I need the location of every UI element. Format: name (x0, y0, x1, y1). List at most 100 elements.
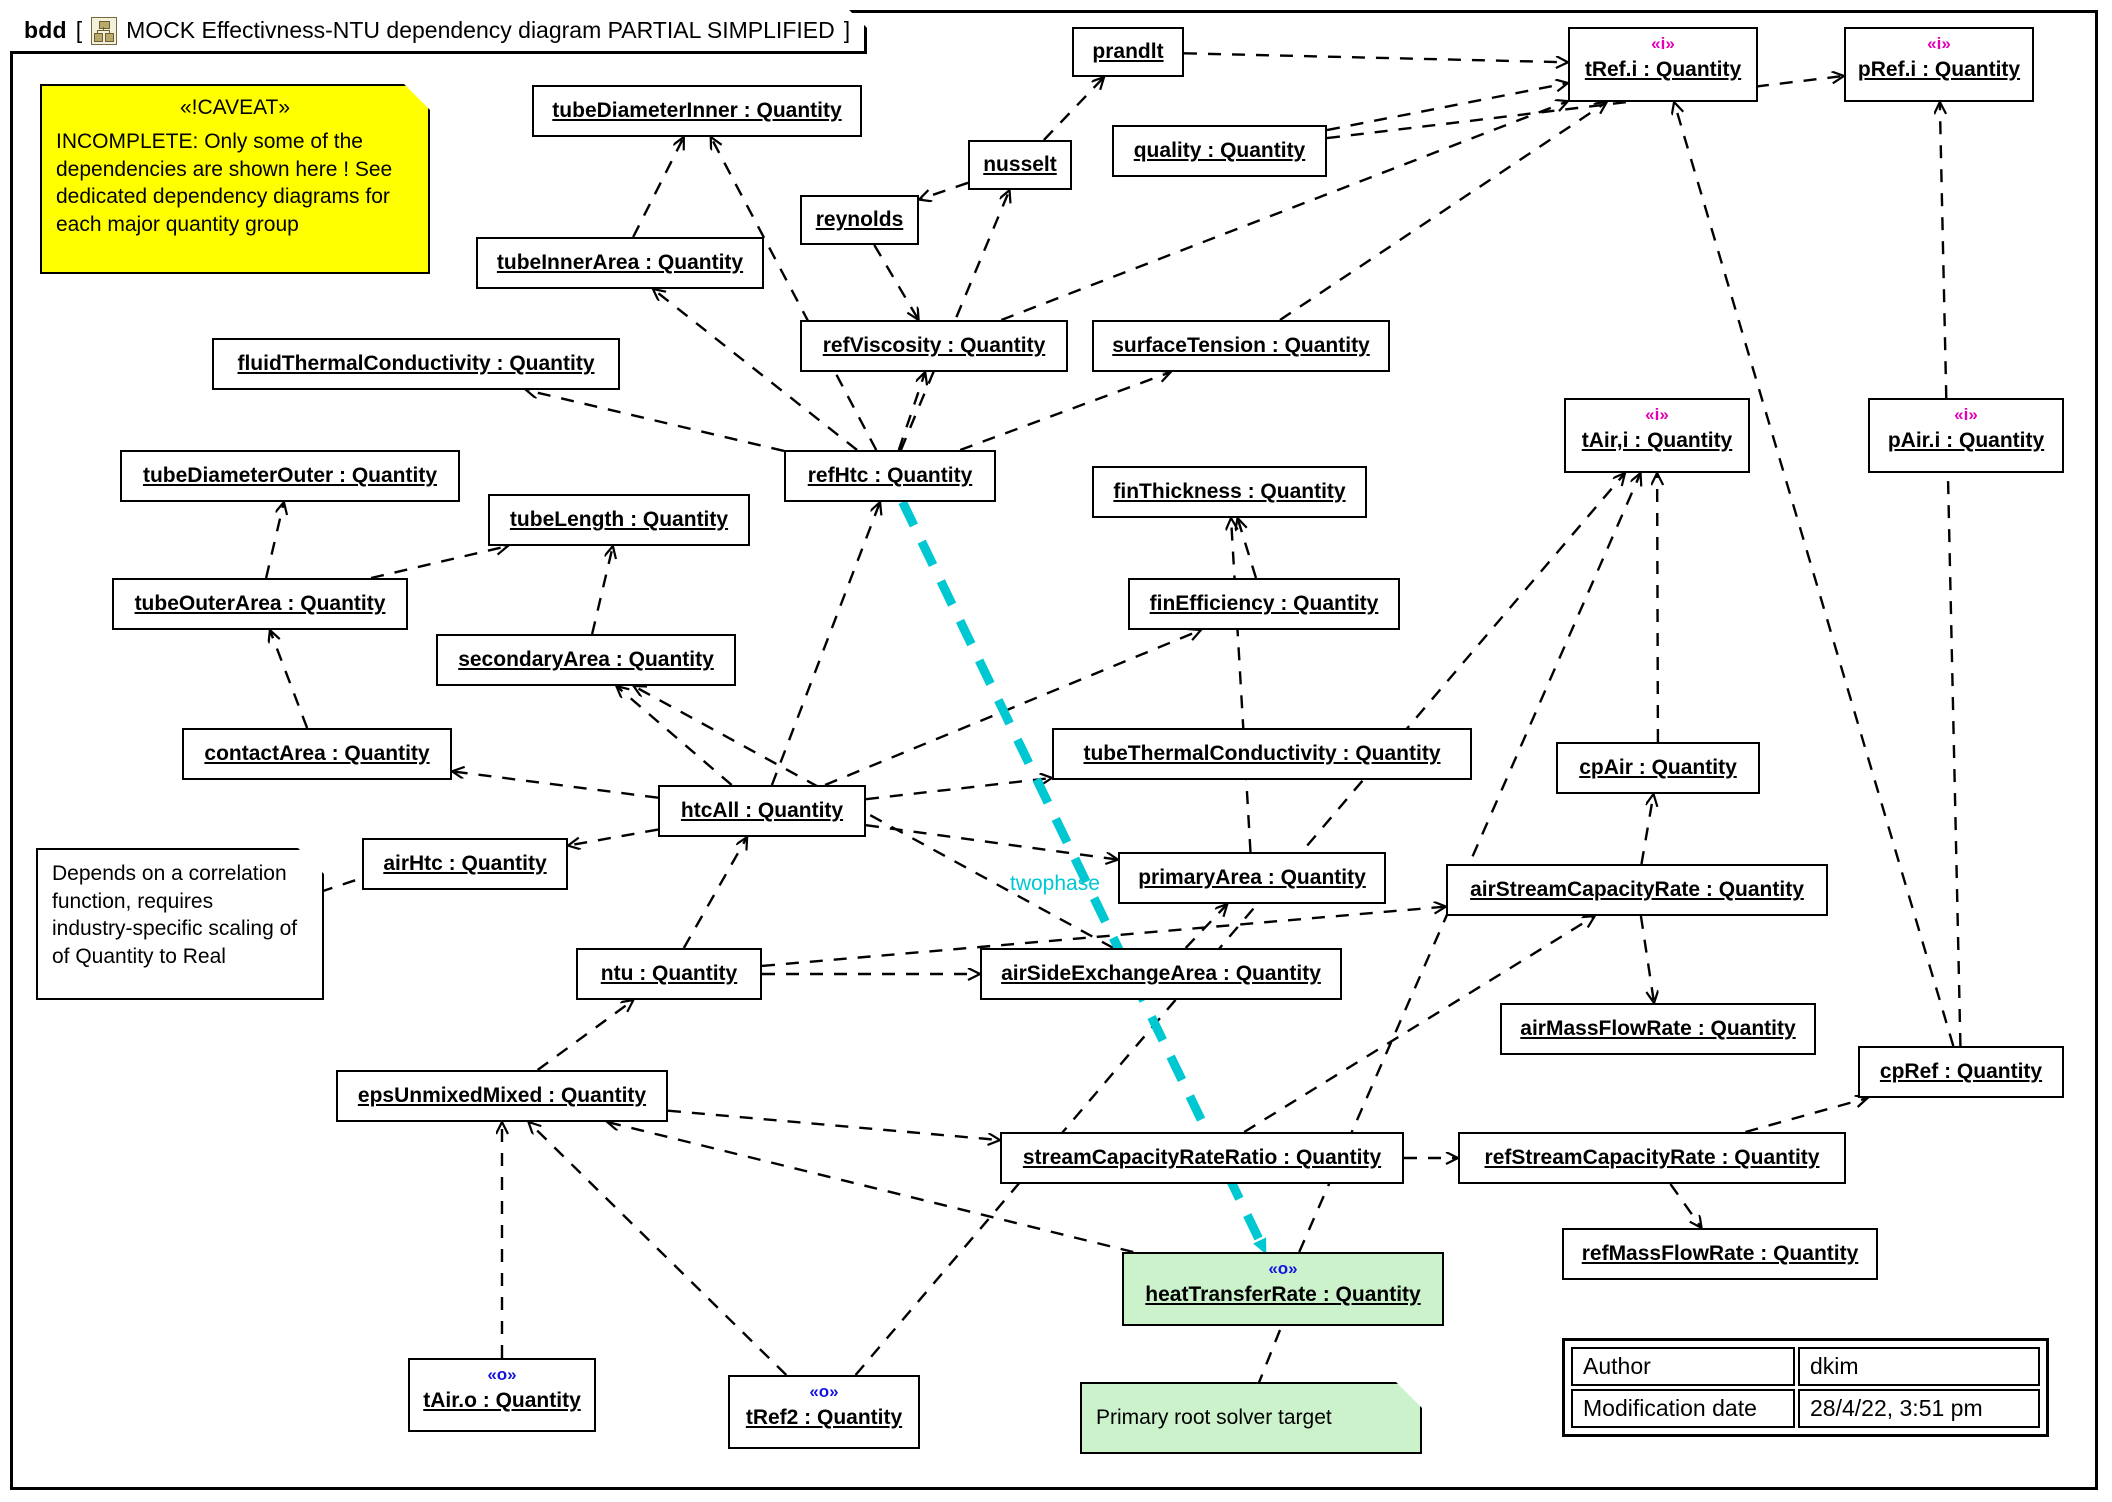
diagram-title: MOCK Effectivness-NTU dependency diagram… (126, 17, 835, 43)
block-name: ntu : Quantity (600, 961, 738, 985)
info-table-value: dkim (1798, 1347, 2040, 1386)
block-stereotype: «i» (1651, 34, 1675, 53)
block-airStreamCapacityRate[interactable]: airStreamCapacityRate : Quantity (1446, 864, 1828, 916)
block-name: tRef2 : Quantity (745, 1405, 903, 1429)
note-correlation: Depends on a correlation function, requi… (36, 848, 324, 1000)
block-name: finThickness : Quantity (1113, 479, 1346, 503)
block-name: htcAll : Quantity (680, 798, 844, 822)
block-prandlt[interactable]: prandlt (1072, 27, 1184, 77)
note-solver-target: Primary root solver target (1080, 1382, 1422, 1454)
block-pRefi[interactable]: «i» pRef.i : Quantity (1844, 27, 2034, 102)
block-fluidThermalConductivity[interactable]: fluidThermalConductivity : Quantity (212, 338, 620, 390)
diagram-kind-label: bdd (24, 17, 67, 43)
block-name: tubeThermalConductivity : Quantity (1083, 741, 1441, 765)
info-table-value: 28/4/22, 3:51 pm (1798, 1389, 2040, 1428)
block-airHtc[interactable]: airHtc : Quantity (362, 838, 568, 890)
block-name: pAir.i : Quantity (1887, 428, 2045, 452)
note-caveat-stereotype: «!CAVEAT» (179, 96, 291, 119)
block-tubeOuterArea[interactable]: tubeOuterArea : Quantity (112, 578, 408, 630)
info-table-row: Modification date 28/4/22, 3:51 pm (1571, 1389, 2040, 1428)
diagram-canvas: bdd [ MOCK Effectivness-NTU dependency d… (0, 0, 2112, 1502)
note-correlation-text: Depends on a correlation function, requi… (52, 862, 298, 969)
info-table-key: Author (1571, 1347, 1795, 1386)
block-name: refViscosity : Quantity (822, 333, 1046, 357)
block-finThickness[interactable]: finThickness : Quantity (1092, 466, 1367, 518)
block-name: primaryArea : Quantity (1138, 865, 1366, 889)
block-finEfficiency[interactable]: finEfficiency : Quantity (1128, 578, 1400, 630)
block-name: secondaryArea : Quantity (458, 647, 714, 671)
block-refHtc[interactable]: refHtc : Quantity (784, 450, 996, 502)
block-name: airStreamCapacityRate : Quantity (1470, 877, 1804, 901)
block-refMassFlowRate[interactable]: refMassFlowRate : Quantity (1562, 1228, 1878, 1280)
block-airMassFlowRate[interactable]: airMassFlowRate : Quantity (1500, 1003, 1816, 1055)
block-name: surfaceTension : Quantity (1112, 333, 1370, 357)
block-name: tubeOuterArea : Quantity (134, 591, 386, 615)
block-tAiri[interactable]: «i» tAir,i : Quantity (1564, 398, 1750, 473)
block-name: epsUnmixedMixed : Quantity (357, 1083, 647, 1107)
block-tubeDiameterOuter[interactable]: tubeDiameterOuter : Quantity (120, 450, 460, 502)
block-tRef2[interactable]: «o» tRef2 : Quantity (728, 1375, 920, 1449)
block-airSideExchangeArea[interactable]: airSideExchangeArea : Quantity (980, 948, 1342, 1000)
block-cpAir[interactable]: cpAir : Quantity (1556, 742, 1760, 794)
block-stereotype: «o» (1268, 1259, 1298, 1278)
note-caveat-text: INCOMPLETE: Only some of the dependencie… (56, 130, 393, 237)
block-heatTransferRate[interactable]: «o» heatTransferRate : Quantity (1122, 1252, 1444, 1326)
block-name: airHtc : Quantity (383, 851, 547, 875)
block-stereotype: «i» (1927, 34, 1951, 53)
block-epsUnmixedMixed[interactable]: epsUnmixedMixed : Quantity (336, 1070, 668, 1122)
block-name: tRef.i : Quantity (1584, 57, 1742, 81)
block-stereotype: «o» (809, 1382, 839, 1401)
block-tubeThermalConductivity[interactable]: tubeThermalConductivity : Quantity (1052, 728, 1472, 780)
info-table-row: Author dkim (1571, 1347, 2040, 1386)
block-name: quality : Quantity (1133, 138, 1306, 162)
block-htcAll[interactable]: htcAll : Quantity (658, 785, 866, 837)
block-name: tubeLength : Quantity (509, 507, 729, 531)
block-refViscosity[interactable]: refViscosity : Quantity (800, 320, 1068, 372)
block-name: tAir,i : Quantity (1581, 428, 1733, 452)
block-name: refMassFlowRate : Quantity (1581, 1241, 1859, 1265)
block-contactArea[interactable]: contactArea : Quantity (182, 728, 452, 780)
block-name: tubeInnerArea : Quantity (496, 250, 744, 274)
block-ntu[interactable]: ntu : Quantity (576, 948, 762, 1000)
block-stereotype: «i» (1954, 405, 1978, 424)
edge-label-twophase: twophase (1010, 872, 1100, 895)
block-streamCapacityRateRatio[interactable]: streamCapacityRateRatio : Quantity (1000, 1132, 1404, 1184)
block-name: airSideExchangeArea : Quantity (1001, 961, 1321, 985)
block-name: heatTransferRate : Quantity (1145, 1282, 1421, 1306)
block-pAiri[interactable]: «i» pAir.i : Quantity (1868, 398, 2064, 473)
block-nusselt[interactable]: nusselt (968, 140, 1072, 190)
diagram-info-table: Author dkim Modification date 28/4/22, 3:51… (1562, 1338, 2049, 1437)
diagram-header-tab: bdd [ MOCK Effectivness-NTU dependency d… (10, 10, 867, 54)
block-refStreamCapacityRate[interactable]: refStreamCapacityRate : Quantity (1458, 1132, 1846, 1184)
block-name: tubeDiameterInner : Quantity (552, 98, 842, 122)
block-tubeLength[interactable]: tubeLength : Quantity (488, 494, 750, 546)
block-secondaryArea[interactable]: secondaryArea : Quantity (436, 634, 736, 686)
block-name: refStreamCapacityRate : Quantity (1484, 1145, 1820, 1169)
bracket-close: ] (843, 17, 851, 43)
block-name: prandlt (1092, 39, 1164, 63)
note-caveat: «!CAVEAT» INCOMPLETE: Only some of the d… (40, 84, 430, 274)
block-quality[interactable]: quality : Quantity (1112, 125, 1327, 177)
block-name: cpRef : Quantity (1879, 1059, 2043, 1083)
block-tubeInnerArea[interactable]: tubeInnerArea : Quantity (476, 237, 764, 289)
block-name: tAir.o : Quantity (423, 1388, 581, 1412)
block-name: pRef.i : Quantity (1857, 57, 2021, 81)
block-name: finEfficiency : Quantity (1149, 591, 1379, 615)
block-tRefi[interactable]: «i» tRef.i : Quantity (1568, 27, 1758, 102)
block-name: cpAir : Quantity (1579, 755, 1737, 779)
block-stereotype: «o» (487, 1365, 517, 1384)
info-table-body: Author dkim Modification date 28/4/22, 3:51… (1568, 1344, 2043, 1431)
info-table-key: Modification date (1571, 1389, 1795, 1428)
block-tubeDiameterInner[interactable]: tubeDiameterInner : Quantity (532, 85, 862, 137)
block-name: nusselt (983, 152, 1057, 176)
block-surfaceTension[interactable]: surfaceTension : Quantity (1092, 320, 1390, 372)
block-primaryArea[interactable]: primaryArea : Quantity (1118, 852, 1386, 904)
block-name: fluidThermalConductivity : Quantity (237, 351, 595, 375)
block-name: tubeDiameterOuter : Quantity (142, 463, 438, 487)
block-name: refHtc : Quantity (807, 463, 973, 487)
block-name: streamCapacityRateRatio : Quantity (1022, 1145, 1382, 1169)
block-cpRef[interactable]: cpRef : Quantity (1858, 1046, 2064, 1098)
note-solver-target-text: Primary root solver target (1096, 1406, 1332, 1430)
block-tAiro[interactable]: «o» tAir.o : Quantity (408, 1358, 596, 1432)
block-reynolds[interactable]: reynolds (800, 195, 919, 245)
